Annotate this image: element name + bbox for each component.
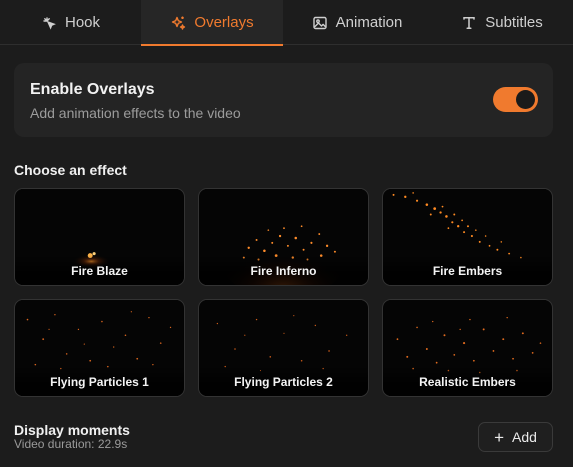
image-icon [312,15,328,31]
video-duration-text: Video duration: 22.9s [14,437,128,451]
add-button-label: Add [512,429,537,445]
effect-label: Flying Particles 1 [15,366,184,396]
enable-overlays-description: Add animation effects to the video [30,105,241,121]
tab-label: Hook [64,14,101,31]
tab-hook[interactable]: Hook [0,0,141,45]
effect-label: Realistic Embers [383,366,552,396]
tab-overlays[interactable]: Overlays [141,0,283,46]
effect-card-fire-embers[interactable]: Fire Embers [382,188,553,286]
effect-card-fire-inferno[interactable]: Fire Inferno [198,188,369,286]
plus-icon: + [494,427,504,447]
tab-subtitles[interactable]: Subtitles [431,0,573,45]
add-moment-button[interactable]: + Add [478,422,553,452]
effect-card-flying-particles-2[interactable]: Flying Particles 2 [198,299,369,397]
effect-label: Flying Particles 2 [199,366,368,396]
enable-overlays-card: Enable Overlays Add animation effects to… [14,63,553,137]
effect-label: Fire Inferno [199,255,368,285]
effect-card-flying-particles-1[interactable]: Flying Particles 1 [14,299,185,397]
toggle-knob [516,90,535,109]
effect-label: Fire Blaze [15,255,184,285]
effect-label: Fire Embers [383,255,552,285]
effect-card-realistic-embers[interactable]: Realistic Embers [382,299,553,397]
sparkles-icon [170,15,186,31]
display-moments-heading: Display moments [14,422,130,438]
tab-bar: Hook Overlays Animation Subtitles [0,0,573,46]
tab-label: Overlays [194,14,254,31]
tab-label: Animation [335,14,403,31]
tab-label: Subtitles [485,14,543,31]
effect-card-fire-blaze[interactable]: Fire Blaze [14,188,185,286]
sparkle-cursor-icon [41,15,57,31]
enable-overlays-toggle[interactable] [493,87,538,112]
enable-overlays-title: Enable Overlays [30,81,155,98]
choose-effect-heading: Choose an effect [14,162,127,178]
effects-grid: Fire Blaze Fire Inferno Fire Embers Flyi… [14,188,553,397]
tab-animation[interactable]: Animation [283,0,431,45]
text-icon [461,15,477,31]
